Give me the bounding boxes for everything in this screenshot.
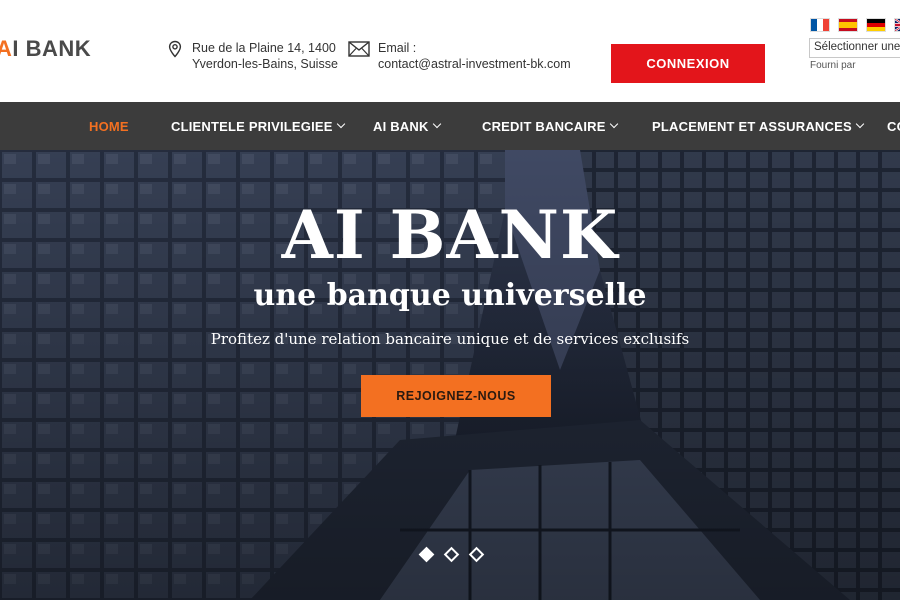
nav-item-contact[interactable]: CO <box>887 102 900 150</box>
nav-item-home[interactable]: HOME <box>89 102 129 150</box>
address-line-2: Yverdon-les-Bains, Suisse <box>192 57 338 71</box>
nav-label: AI BANK <box>373 118 429 134</box>
address-line-1: Rue de la Plaine 14, 1400 <box>192 41 336 55</box>
slide-dot-3[interactable] <box>468 546 485 563</box>
hero-subtitle: une banque universelle <box>253 278 647 313</box>
slide-dot-2[interactable] <box>443 546 460 563</box>
hero-tagline: Profitez d'une relation bancaire unique … <box>210 330 690 348</box>
login-button[interactable]: CONNEXION <box>611 44 765 83</box>
nav-label: CREDIT BANCAIRE <box>482 118 606 134</box>
nav-label: PLACEMENT ET ASSURANCES <box>652 118 852 134</box>
top-header: AI BANK Rue de la Plaine 14, 1400 Yverdo… <box>0 0 900 102</box>
nav-item-ai-bank[interactable]: AI BANK <box>373 102 441 150</box>
nav-label: CO <box>887 118 900 134</box>
chevron-down-icon <box>336 119 345 129</box>
hero-slider: AI BANK une banque universelle Profitez … <box>0 150 900 600</box>
email-block: Email : contact@astral-investment-bk.com <box>348 40 571 72</box>
nav-label: CLIENTELE PRIVILEGIEE <box>171 118 333 134</box>
language-flags <box>810 18 900 32</box>
powered-by-text: Fourni par <box>810 60 856 71</box>
fr-flag-icon[interactable] <box>810 18 830 32</box>
slider-pagination <box>418 546 485 563</box>
de-flag-icon[interactable] <box>866 18 886 32</box>
nav-label: HOME <box>89 118 129 134</box>
chevron-down-icon <box>432 119 441 129</box>
es-flag-icon[interactable] <box>838 18 858 32</box>
chevron-down-icon <box>609 119 618 129</box>
hero-title: AI BANK <box>281 196 619 274</box>
bank-logo[interactable]: AI BANK <box>0 36 91 62</box>
email-link[interactable]: contact@astral-investment-bk.com <box>378 56 571 72</box>
join-us-button[interactable]: REJOIGNEZ-NOUS <box>361 375 551 417</box>
uk-flag-icon[interactable] <box>894 18 900 32</box>
address-block: Rue de la Plaine 14, 1400 Yverdon-les-Ba… <box>166 40 338 72</box>
logo-text: I BANK <box>12 36 92 61</box>
slide-dot-1[interactable] <box>418 546 435 563</box>
location-pin-icon <box>168 40 182 58</box>
nav-item-placement-assurances[interactable]: PLACEMENT ET ASSURANCES <box>652 102 865 150</box>
language-select[interactable]: Sélectionner une <box>809 38 900 58</box>
envelope-icon <box>348 41 370 57</box>
nav-item-clientele-privilegiee[interactable]: CLIENTELE PRIVILEGIEE <box>171 102 345 150</box>
chevron-down-icon <box>855 119 865 129</box>
nav-item-credit-bancaire[interactable]: CREDIT BANCAIRE <box>482 102 618 150</box>
main-nav: HOME CLIENTELE PRIVILEGIEE AI BANK CREDI… <box>0 102 900 150</box>
email-label: Email : <box>378 41 417 55</box>
logo-mark: A <box>0 36 13 61</box>
